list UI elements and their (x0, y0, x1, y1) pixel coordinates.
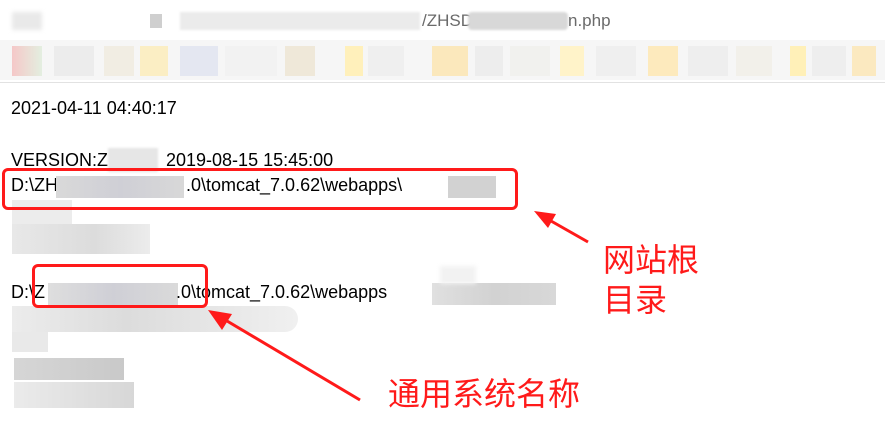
arrow-head (534, 211, 556, 228)
annotation-arrows (208, 211, 589, 402)
web-root-label: 网站根 目录 (603, 240, 699, 320)
arrow-line (221, 316, 361, 402)
arrow-head (208, 310, 232, 330)
system-name-label: 通用系统名称 (388, 375, 581, 413)
web-root-label-line2: 目录 (603, 281, 668, 319)
web-root-label-line1: 网站根 (603, 241, 700, 279)
browser-page: /ZHSD n.php 2021-04-11 04:40:17 VERSION:… (0, 0, 885, 425)
